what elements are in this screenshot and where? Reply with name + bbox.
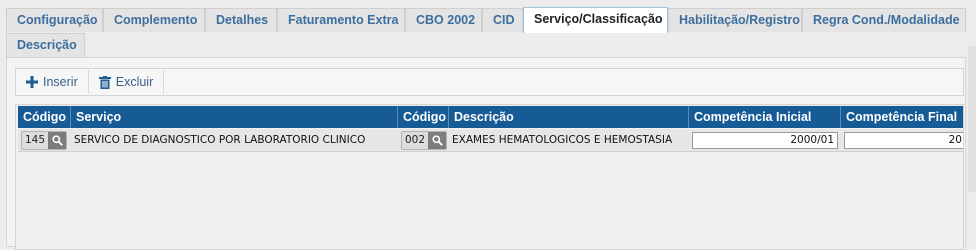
- tab-row-2: Descrição: [6, 33, 966, 58]
- column-header-competencia-final[interactable]: Competência Final: [841, 106, 963, 128]
- delete-label: Excluir: [115, 75, 154, 89]
- column-header-descricao[interactable]: Descrição: [449, 106, 689, 128]
- competencia-inicial-input[interactable]: 2000/01: [692, 131, 838, 149]
- tab-row-1: Configuração Complemento Detalhes Fatura…: [6, 7, 966, 33]
- tab-regra-cond-modalidade[interactable]: Regra Cond./Modalidade: [802, 8, 966, 32]
- tab-habilitacao-registro[interactable]: Habilitação/Registro: [668, 8, 802, 32]
- tab-bar: Configuração Complemento Detalhes Fatura…: [6, 7, 966, 58]
- column-header-competencia-inicial[interactable]: Competência Inicial: [689, 106, 841, 128]
- classificacao-code-lookup[interactable]: 002: [401, 130, 448, 150]
- column-header-servico[interactable]: Serviço: [71, 106, 398, 128]
- servico-code-cell: 145: [18, 129, 71, 151]
- search-icon[interactable]: [48, 131, 67, 149]
- competencia-final-input[interactable]: 20: [844, 131, 963, 149]
- tab-cbo-2002[interactable]: CBO 2002: [405, 8, 482, 32]
- classificacao-code-cell: 002: [398, 129, 449, 151]
- toolbar-divider: [163, 70, 165, 94]
- servico-code: 145: [25, 134, 46, 146]
- vertical-scrollbar[interactable]: [968, 46, 976, 192]
- insert-button[interactable]: Inserir: [16, 69, 88, 95]
- classificacao-code: 002: [405, 134, 426, 146]
- trash-icon: [98, 75, 111, 89]
- descricao-cell: EXAMES HEMATOLOGICOS E HEMOSTASIA: [452, 134, 673, 146]
- table-row[interactable]: 145 SERVICO DE DIAGNOSTICO POR LABORATOR…: [18, 129, 963, 152]
- plus-icon: [26, 76, 38, 88]
- tab-complemento[interactable]: Complemento: [103, 8, 205, 32]
- competencia-inicial-cell: 2000/01: [689, 129, 841, 151]
- tab-servico-classificacao[interactable]: Serviço/Classificação: [523, 7, 668, 33]
- grid-toolbar: Inserir Excluir: [15, 68, 964, 96]
- servico-code-lookup[interactable]: 145: [21, 130, 68, 150]
- tab-configuracao[interactable]: Configuração: [6, 8, 103, 32]
- tab-faturamento-extra[interactable]: Faturamento Extra: [277, 8, 405, 32]
- column-header-codigo-servico[interactable]: Código: [18, 106, 71, 128]
- tab-descricao[interactable]: Descrição: [6, 33, 85, 57]
- content-panel: Inserir Excluir Código Serviço Código De…: [6, 57, 966, 250]
- servico-cell: SERVICO DE DIAGNOSTICO POR LABORATORIO C…: [74, 134, 366, 146]
- tab-cid[interactable]: CID: [482, 8, 523, 32]
- grid-header: Código Serviço Código Descrição Competên…: [18, 106, 963, 128]
- column-header-codigo-classificacao[interactable]: Código: [398, 106, 449, 128]
- insert-label: Inserir: [43, 75, 78, 89]
- services-grid: Código Serviço Código Descrição Competên…: [15, 104, 964, 250]
- tab-detalhes[interactable]: Detalhes: [205, 8, 277, 32]
- competencia-final-cell: 20: [841, 129, 963, 151]
- delete-button[interactable]: Excluir: [89, 69, 164, 95]
- search-icon[interactable]: [428, 131, 447, 149]
